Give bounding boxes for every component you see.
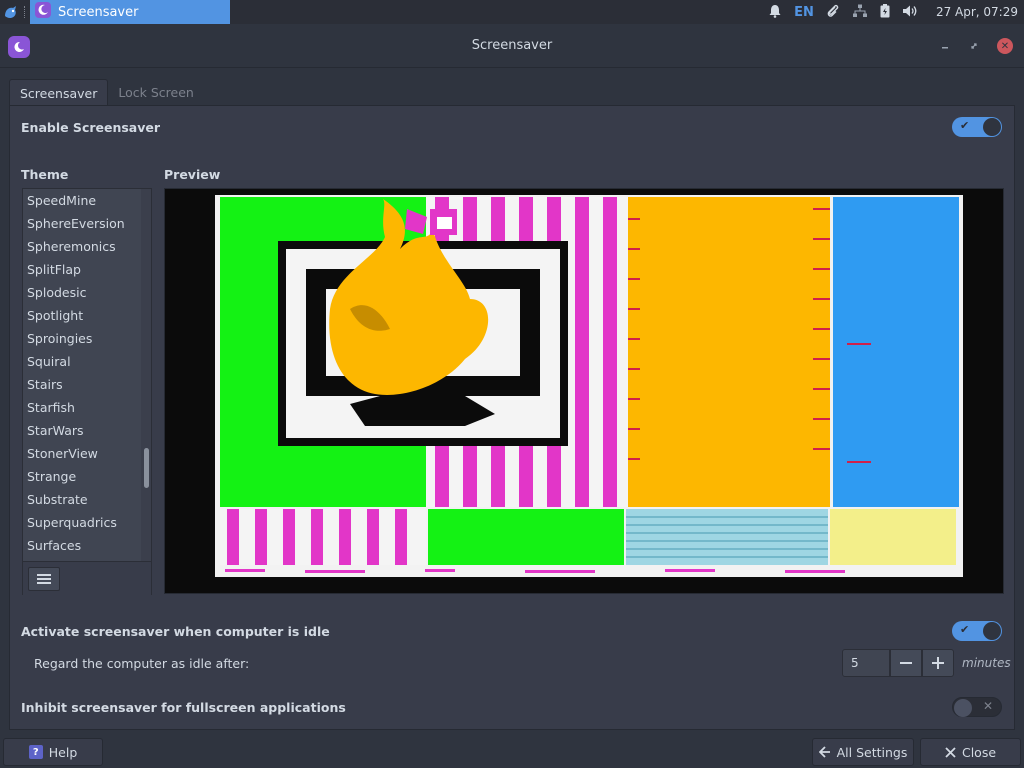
- increment-button[interactable]: [922, 649, 954, 677]
- close-button[interactable]: Close: [920, 738, 1021, 766]
- all-settings-button[interactable]: All Settings: [812, 738, 914, 766]
- idle-delay-label: Regard the computer as idle after:: [34, 656, 250, 671]
- theme-menu-button[interactable]: [28, 567, 60, 591]
- theme-list-item[interactable]: Strange: [23, 465, 141, 488]
- enable-screensaver-label: Enable Screensaver: [21, 120, 161, 135]
- window-title: Screensaver: [471, 38, 553, 53]
- plus-icon: [932, 657, 944, 669]
- moon-app-icon: [34, 1, 52, 23]
- battery-icon[interactable]: [880, 3, 890, 22]
- theme-list-item[interactable]: SpeedMine: [23, 189, 141, 212]
- decrement-button[interactable]: [890, 649, 922, 677]
- theme-list-item[interactable]: Surfaces: [23, 534, 141, 557]
- theme-list-item[interactable]: StonerView: [23, 442, 141, 465]
- screensaver-app-icon: [8, 36, 30, 58]
- minimize-icon[interactable]: [937, 38, 953, 54]
- theme-list[interactable]: SpeedMine SphereEversion Spheremonics Split…: [23, 189, 141, 561]
- theme-list-item[interactable]: Sproingies: [23, 327, 141, 350]
- activate-idle-toggle[interactable]: ✔: [952, 621, 1002, 641]
- activate-idle-label: Activate screensaver when computer is id…: [21, 624, 330, 639]
- theme-list-item[interactable]: SplitFlap: [23, 258, 141, 281]
- close-button-label: Close: [961, 744, 997, 760]
- window-titlebar[interactable]: Screensaver ✕: [0, 24, 1024, 68]
- tab-screensaver[interactable]: Screensaver: [9, 79, 109, 106]
- screensaver-preview: [164, 188, 1004, 594]
- idle-delay-input[interactable]: 5: [842, 649, 890, 677]
- top-panel: Screensaver EN 27 Apr, 07:29: [0, 0, 1024, 24]
- cross-icon: ✕: [982, 699, 993, 713]
- system-tray: EN 27 Apr, 07:29: [768, 3, 1024, 22]
- theme-list-item[interactable]: Substrate: [23, 488, 141, 511]
- theme-list-item[interactable]: Splodesic: [23, 281, 141, 304]
- whisker-menu-icon[interactable]: [0, 0, 22, 24]
- minus-icon: [900, 662, 912, 664]
- inhibit-fullscreen-label: Inhibit screensaver for fullscreen appli…: [21, 700, 346, 715]
- hamburger-menu-icon: [37, 574, 51, 584]
- help-icon: ?: [28, 745, 43, 759]
- theme-list-item[interactable]: Stairs: [23, 373, 141, 396]
- volume-icon[interactable]: [902, 3, 918, 22]
- theme-list-item[interactable]: Starfish: [23, 396, 141, 419]
- panel-clock[interactable]: 27 Apr, 07:29: [936, 5, 1018, 19]
- theme-list-item[interactable]: Spotlight: [23, 304, 141, 327]
- theme-list-item[interactable]: Squiral: [23, 350, 141, 373]
- theme-heading: Theme: [21, 167, 69, 182]
- help-button[interactable]: ? Help: [3, 738, 103, 766]
- network-icon[interactable]: [852, 3, 868, 22]
- notification-bell-icon[interactable]: [768, 3, 782, 22]
- tab-lock-screen[interactable]: Lock Screen: [108, 79, 203, 106]
- theme-list-item[interactable]: StarWars: [23, 419, 141, 442]
- checkmark-icon: ✔: [960, 623, 970, 636]
- window-close-icon[interactable]: ✕: [997, 38, 1013, 54]
- theme-list-footer: [23, 561, 151, 595]
- panel-separator: [24, 6, 26, 18]
- taskbar-item-screensaver[interactable]: Screensaver: [30, 0, 230, 24]
- scrollbar-thumb[interactable]: [144, 448, 149, 488]
- close-icon: [945, 746, 956, 758]
- screensaver-settings-panel: Enable Screensaver ✔ Theme Preview Speed…: [9, 105, 1015, 730]
- theme-list-item[interactable]: Spheremonics: [23, 235, 141, 258]
- idle-delay-units: minutes: [962, 656, 1011, 670]
- theme-list-item[interactable]: SphereEversion: [23, 212, 141, 235]
- enable-screensaver-toggle[interactable]: ✔: [952, 117, 1002, 137]
- checkmark-icon: ✔: [960, 119, 970, 132]
- theme-list-container: SpeedMine SphereEversion Spheremonics Split…: [22, 188, 152, 595]
- preview-image: [165, 189, 1003, 593]
- keyboard-layout-indicator[interactable]: EN: [794, 5, 814, 20]
- all-settings-label: All Settings: [836, 744, 908, 760]
- inhibit-fullscreen-toggle[interactable]: ✕: [952, 697, 1002, 717]
- preview-heading: Preview: [164, 167, 221, 182]
- taskbar-item-label: Screensaver: [58, 4, 139, 20]
- theme-list-scrollbar[interactable]: [141, 189, 151, 561]
- maximize-icon[interactable]: [966, 38, 982, 54]
- arrow-left-icon: [818, 746, 830, 758]
- paperclip-icon[interactable]: [826, 3, 840, 22]
- tab-bar: Screensaver Lock Screen: [9, 79, 204, 106]
- theme-list-item[interactable]: Superquadrics: [23, 511, 141, 534]
- help-button-label: Help: [48, 744, 78, 760]
- idle-delay-spinner: 5: [842, 649, 954, 677]
